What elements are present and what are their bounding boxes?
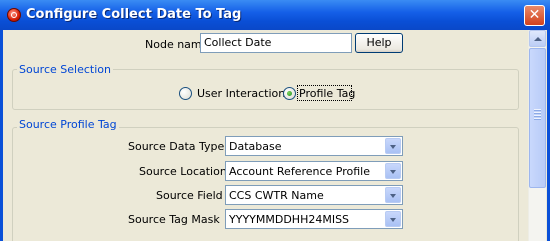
thumb-grip-line — [534, 109, 541, 111]
vertical-scrollbar[interactable] — [528, 30, 546, 241]
source-tag-mask-label: Source Tag Mask — [128, 213, 220, 226]
source-tag-mask-select[interactable]: YYYYMMDDHH24MISS — [225, 209, 403, 229]
radio-user-interaction-label[interactable]: User Interaction — [197, 87, 285, 100]
thumb-grip-line — [534, 118, 541, 120]
node-name-label: Node name — [145, 38, 209, 51]
radio-profile-tag-label[interactable]: Profile Tag — [299, 87, 355, 100]
radio-profile-tag[interactable] — [283, 87, 296, 100]
source-field-select[interactable]: CCS CWTR Name — [225, 185, 403, 205]
scroll-up-arrow-icon[interactable] — [529, 30, 546, 47]
chevron-down-icon[interactable] — [385, 187, 401, 203]
thumb-grip-line — [534, 112, 541, 114]
app-icon — [7, 8, 21, 22]
source-tag-mask-value: YYYYMMDDHH24MISS — [229, 213, 350, 226]
source-profile-tag-title: Source Profile Tag — [17, 118, 119, 131]
chevron-down-icon[interactable] — [385, 211, 401, 227]
source-data-type-label: Source Data Type — [128, 140, 225, 153]
source-data-type-select[interactable]: Database — [225, 136, 403, 156]
source-field-value: CCS CWTR Name — [229, 189, 324, 202]
window-title: Configure Collect Date To Tag — [26, 7, 242, 22]
source-location-select[interactable]: Account Reference Profile — [225, 161, 403, 181]
dialog-content: Node name Collect Date Help Source Selec… — [3, 30, 547, 241]
chevron-down-icon[interactable] — [385, 138, 401, 154]
source-location-label: Source Location — [139, 165, 227, 178]
source-selection-title: Source Selection — [17, 63, 113, 76]
help-button[interactable]: Help — [355, 33, 403, 53]
radio-user-interaction[interactable] — [179, 87, 192, 100]
scrollbar-thumb[interactable] — [529, 48, 546, 188]
thumb-grip-line — [534, 115, 541, 117]
node-name-input[interactable]: Collect Date — [200, 33, 352, 53]
chevron-down-icon[interactable] — [385, 163, 401, 179]
close-button[interactable]: ✕ — [524, 5, 545, 26]
source-field-label: Source Field — [156, 189, 223, 202]
close-icon: ✕ — [528, 7, 541, 23]
title-bar[interactable]: Configure Collect Date To Tag ✕ — [0, 0, 550, 30]
source-data-type-value: Database — [229, 140, 282, 153]
dialog-window: Configure Collect Date To Tag ✕ Node nam… — [0, 0, 550, 241]
source-location-value: Account Reference Profile — [229, 165, 371, 178]
